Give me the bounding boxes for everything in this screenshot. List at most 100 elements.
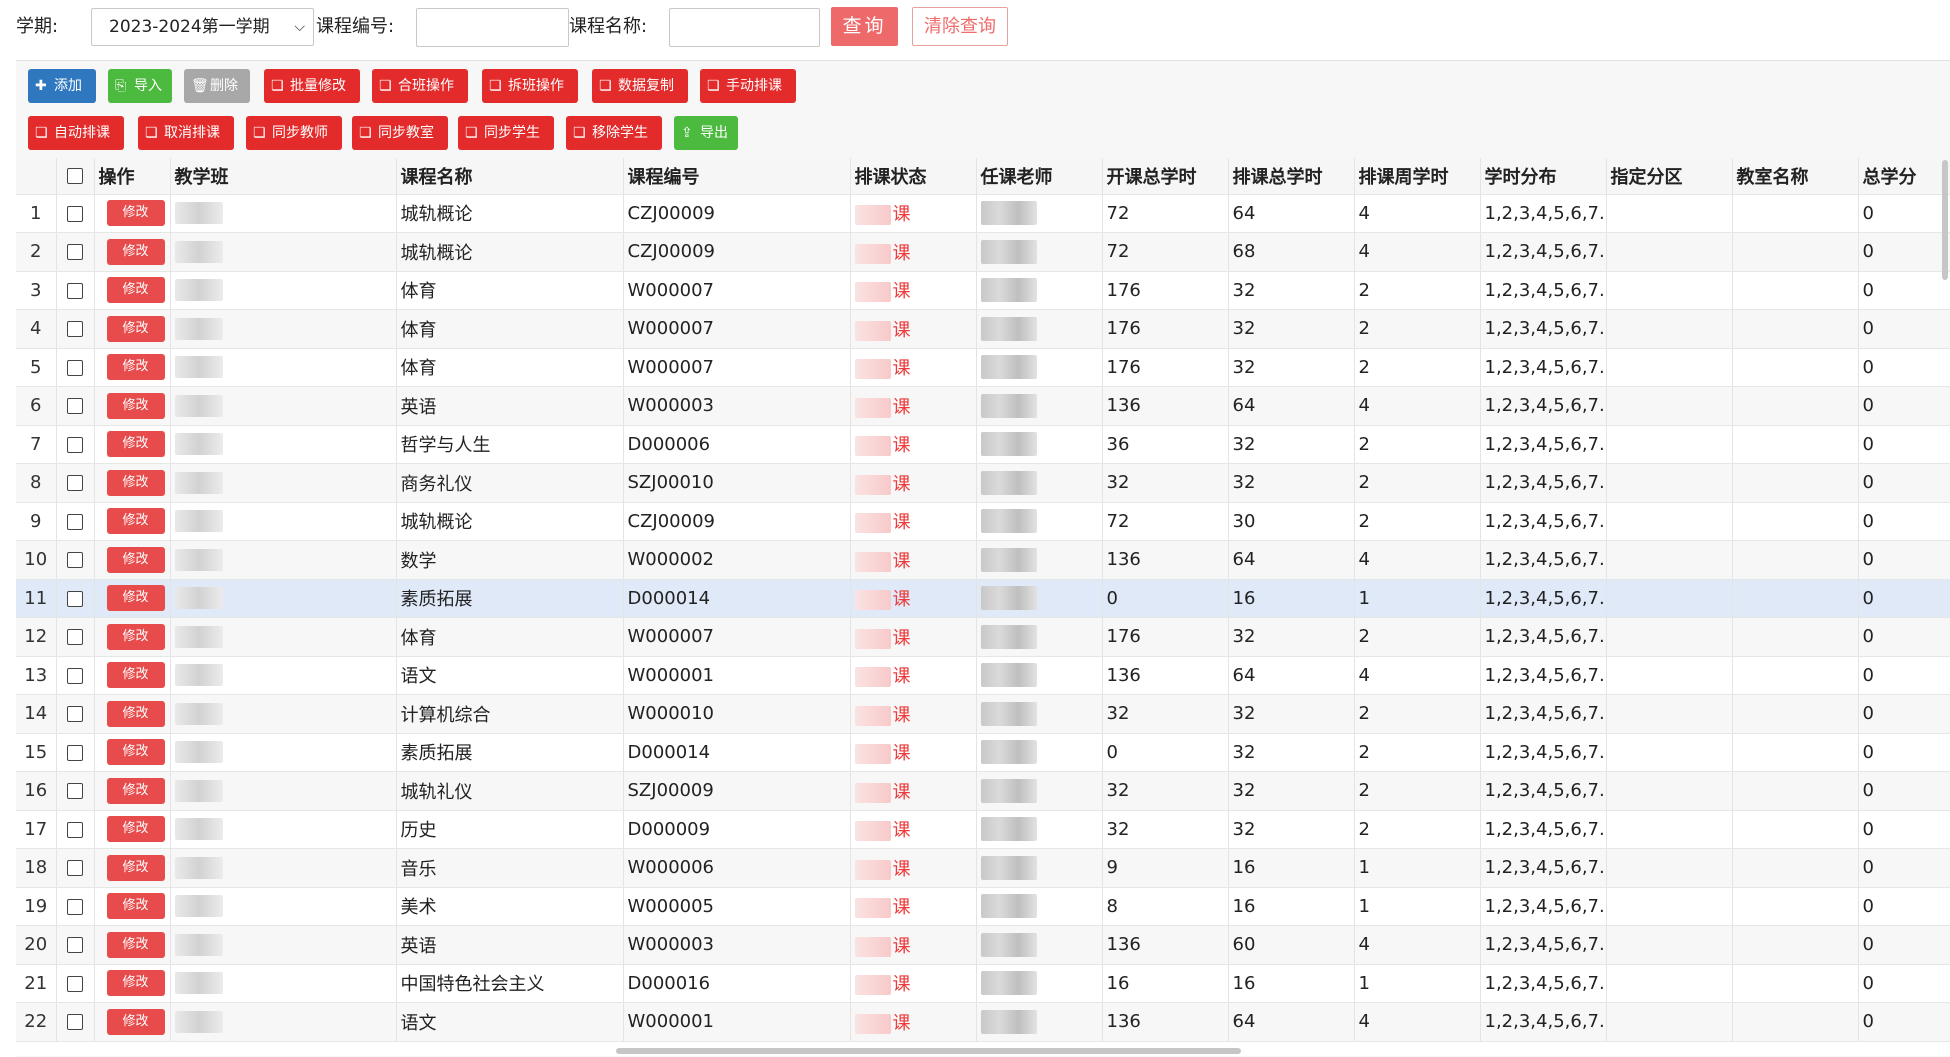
row-select[interactable] <box>56 925 95 965</box>
toolbar-button-row2-0[interactable]: ❏ 自动排课 <box>28 116 124 150</box>
table-row[interactable]: 21 修改 中国特色社会主义 D000016 课 16 16 1 1,2,3,4,5,6,7..… <box>16 964 1950 1003</box>
edit-button[interactable]: 修改 <box>106 238 165 265</box>
toolbar-button-row1-5[interactable]: ❏ 拆班操作 <box>482 69 578 103</box>
toolbar-button-row1-0[interactable]: ✚ 添加 <box>28 69 96 103</box>
table-row[interactable]: 19 修改 美术 W000005 课 8 16 1 1,2,3,4,5,6,7... 0 <box>16 887 1950 926</box>
toolbar-button-row2-1[interactable]: ❏ 取消排课 <box>138 116 234 150</box>
table-row[interactable]: 10 修改 数学 W000002 课 136 64 4 1,2,3,4,5,6,7... 0 <box>16 540 1950 580</box>
row-checkbox[interactable] <box>67 590 83 607</box>
term-select[interactable]: 2023-2024第一学期 ⌵ <box>91 8 314 46</box>
header-select-all[interactable] <box>56 158 95 195</box>
toolbar-button-row1-6[interactable]: ❏ 数据复制 <box>592 69 688 103</box>
course-name-input[interactable] <box>669 8 820 47</box>
row-select[interactable] <box>56 771 95 811</box>
row-checkbox[interactable] <box>67 244 83 261</box>
table-row[interactable]: 9 修改 城轨概论 CZJ00009 课 72 30 2 1,2,3,4,5,6,7... 0 <box>16 502 1950 541</box>
edit-button[interactable]: 修改 <box>106 662 165 689</box>
row-select[interactable] <box>56 733 95 772</box>
table-row[interactable]: 7 修改 哲学与人生 D000006 课 36 32 2 1,2,3,4,5,6,7... 0 <box>16 425 1950 464</box>
row-checkbox[interactable] <box>67 436 83 453</box>
toolbar-button-row2-6[interactable]: ⇪ 导出 <box>674 116 738 150</box>
row-checkbox[interactable] <box>67 398 83 415</box>
query-button[interactable]: 查询 <box>831 7 898 46</box>
edit-button[interactable]: 修改 <box>106 854 165 881</box>
toolbar-button-row1-1[interactable]: ⎘ 导入 <box>108 69 172 103</box>
row-select[interactable] <box>56 194 95 233</box>
row-select[interactable] <box>56 964 95 1003</box>
table-row[interactable]: 20 修改 英语 W000003 课 136 60 4 1,2,3,4,5,6,7... 0 <box>16 925 1950 965</box>
row-checkbox[interactable] <box>67 860 83 877</box>
edit-button[interactable]: 修改 <box>106 1008 165 1035</box>
header-course-name[interactable]: 课程名称 <box>396 158 624 195</box>
table-row[interactable]: 13 修改 语文 W000001 课 136 64 4 1,2,3,4,5,6,7... 0 <box>16 656 1950 695</box>
row-checkbox[interactable] <box>67 783 83 800</box>
row-select[interactable] <box>56 232 95 272</box>
row-select[interactable] <box>56 617 95 657</box>
edit-button[interactable]: 修改 <box>106 893 165 920</box>
edit-button[interactable]: 修改 <box>106 585 165 612</box>
toolbar-button-row2-2[interactable]: ❏ 同步教师 <box>246 116 342 150</box>
header-total-hours[interactable]: 开课总学时 <box>1102 158 1229 195</box>
row-checkbox[interactable] <box>67 975 83 992</box>
edit-button[interactable]: 修改 <box>106 931 165 958</box>
header-schedule-status[interactable]: 排课状态 <box>850 158 977 195</box>
edit-button[interactable]: 修改 <box>106 970 165 997</box>
row-select[interactable] <box>56 348 95 387</box>
row-select[interactable] <box>56 386 95 426</box>
row-select[interactable] <box>56 463 95 503</box>
table-row[interactable]: 16 修改 城轨礼仪 SZJ00009 课 32 32 2 1,2,3,4,5,6,7... 0 <box>16 771 1950 811</box>
toolbar-button-row1-2[interactable]: 🗑 删除 <box>184 69 250 103</box>
edit-button[interactable]: 修改 <box>106 816 165 843</box>
row-select[interactable] <box>56 271 95 310</box>
header-classroom-name[interactable]: 教室名称 <box>1732 158 1859 195</box>
edit-button[interactable]: 修改 <box>106 392 165 419</box>
row-checkbox[interactable] <box>67 629 83 646</box>
edit-button[interactable]: 修改 <box>106 469 165 496</box>
row-checkbox[interactable] <box>67 321 83 338</box>
toolbar-button-row2-3[interactable]: ❏ 同步教室 <box>352 116 448 150</box>
row-select[interactable] <box>56 694 95 734</box>
row-checkbox[interactable] <box>67 667 83 684</box>
header-weekly-hours[interactable]: 排课周学时 <box>1354 158 1481 195</box>
edit-button[interactable]: 修改 <box>106 431 165 458</box>
row-select[interactable] <box>56 579 95 618</box>
row-select[interactable] <box>56 309 95 349</box>
header-total-credit[interactable]: 总学分 <box>1858 158 1950 195</box>
row-select[interactable] <box>56 656 95 695</box>
row-checkbox[interactable] <box>67 937 83 954</box>
edit-button[interactable]: 修改 <box>106 277 165 304</box>
table-row[interactable]: 14 修改 计算机综合 W000010 课 32 32 2 1,2,3,4,5,6,7... 0 <box>16 694 1950 734</box>
table-row[interactable]: 6 修改 英语 W000003 课 136 64 4 1,2,3,4,5,6,7... 0 <box>16 386 1950 426</box>
edit-button[interactable]: 修改 <box>106 546 165 573</box>
edit-button[interactable]: 修改 <box>106 315 165 342</box>
table-row[interactable]: 18 修改 音乐 W000006 课 9 16 1 1,2,3,4,5,6,7... 0 <box>16 848 1950 888</box>
vertical-scrollbar[interactable] <box>1942 160 1948 280</box>
table-row[interactable]: 17 修改 历史 D000009 课 32 32 2 1,2,3,4,5,6,7... 0 <box>16 810 1950 849</box>
edit-button[interactable]: 修改 <box>106 739 165 766</box>
header-scheduled-hours[interactable]: 排课总学时 <box>1228 158 1355 195</box>
table-row[interactable]: 5 修改 体育 W000007 课 176 32 2 1,2,3,4,5,6,7... 0 <box>16 348 1950 387</box>
horizontal-scrollbar[interactable] <box>616 1048 1241 1054</box>
header-teaching-class[interactable]: 教学班 <box>170 158 397 195</box>
row-checkbox[interactable] <box>67 744 83 761</box>
row-select[interactable] <box>56 425 95 464</box>
toolbar-button-row2-5[interactable]: ❏ 移除学生 <box>566 116 662 150</box>
edit-button[interactable]: 修改 <box>106 354 165 381</box>
table-row[interactable]: 8 修改 商务礼仪 SZJ00010 课 32 32 2 1,2,3,4,5,6,7... 0 <box>16 463 1950 503</box>
clear-query-button[interactable]: 清除查询 <box>912 7 1008 46</box>
table-row[interactable]: 11 修改 素质拓展 D000014 课 0 16 1 1,2,3,4,5,6,7... 0 <box>16 579 1950 618</box>
row-checkbox[interactable] <box>67 513 83 530</box>
row-checkbox[interactable] <box>67 706 83 723</box>
row-checkbox[interactable] <box>67 552 83 569</box>
row-checkbox[interactable] <box>67 359 83 376</box>
table-row[interactable]: 15 修改 素质拓展 D000014 课 0 32 2 1,2,3,4,5,6,7... 0 <box>16 733 1950 772</box>
edit-button[interactable]: 修改 <box>106 623 165 650</box>
toolbar-button-row2-4[interactable]: ❏ 同步学生 <box>458 116 554 150</box>
edit-button[interactable]: 修改 <box>106 700 165 727</box>
row-checkbox[interactable] <box>67 475 83 492</box>
toolbar-button-row1-4[interactable]: ❏ 合班操作 <box>372 69 468 103</box>
table-row[interactable]: 12 修改 体育 W000007 课 176 32 2 1,2,3,4,5,6,7... 0 <box>16 617 1950 657</box>
row-select[interactable] <box>56 810 95 849</box>
table-row[interactable]: 2 修改 城轨概论 CZJ00009 课 72 68 4 1,2,3,4,5,6,7... 0 <box>16 232 1950 272</box>
row-checkbox[interactable] <box>67 821 83 838</box>
